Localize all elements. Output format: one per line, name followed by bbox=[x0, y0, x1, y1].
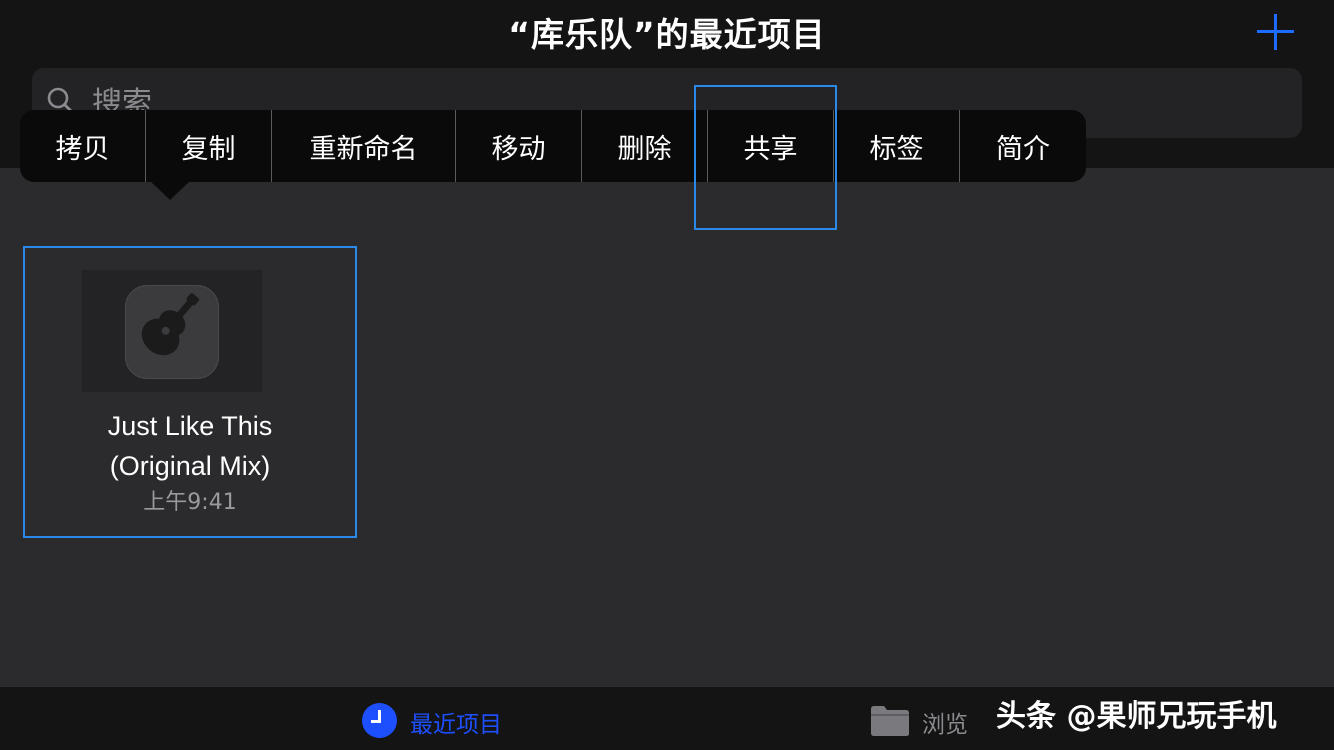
menu-item-info[interactable]: 简介 bbox=[960, 110, 1086, 182]
menu-item-move[interactable]: 移动 bbox=[456, 110, 582, 182]
share-highlight-box bbox=[694, 85, 837, 230]
plus-icon[interactable] bbox=[1254, 10, 1298, 54]
context-menu: 拷贝 复制 重新命名 移动 删除 共享 标签 简介 bbox=[20, 110, 1086, 182]
project-time: 上午9:41 bbox=[143, 490, 237, 515]
tab-browse[interactable]: 浏览 bbox=[922, 705, 968, 739]
menu-item-duplicate[interactable]: 复制 bbox=[146, 110, 272, 182]
menu-item-copy[interactable]: 拷贝 bbox=[20, 110, 146, 182]
guitar-icon bbox=[141, 293, 200, 356]
garageband-guitar-icon bbox=[125, 285, 219, 379]
watermark: 头条 @果师兄玩手机 bbox=[996, 699, 1277, 734]
menu-item-delete[interactable]: 删除 bbox=[582, 110, 708, 182]
project-name-line1: Just Like This bbox=[107, 411, 273, 441]
tab-bar: 最近项目 浏览 头条 @果师兄玩手机 bbox=[0, 686, 1334, 750]
project-card[interactable]: Just Like This (Original Mix) 上午9:41 bbox=[23, 246, 357, 538]
clock-icon[interactable] bbox=[362, 703, 397, 738]
project-name: Just Like This (Original Mix) bbox=[25, 406, 355, 486]
project-thumbnail bbox=[82, 270, 262, 392]
folder-icon[interactable] bbox=[870, 703, 910, 737]
tab-recent[interactable]: 最近项目 bbox=[410, 705, 502, 739]
menu-item-rename[interactable]: 重新命名 bbox=[272, 110, 456, 182]
project-name-line2: (Original Mix) bbox=[109, 451, 271, 481]
menu-item-tags[interactable]: 标签 bbox=[834, 110, 960, 182]
page-title: “库乐队”的最近项目 bbox=[508, 15, 826, 54]
menu-pointer-arrow bbox=[150, 181, 190, 200]
